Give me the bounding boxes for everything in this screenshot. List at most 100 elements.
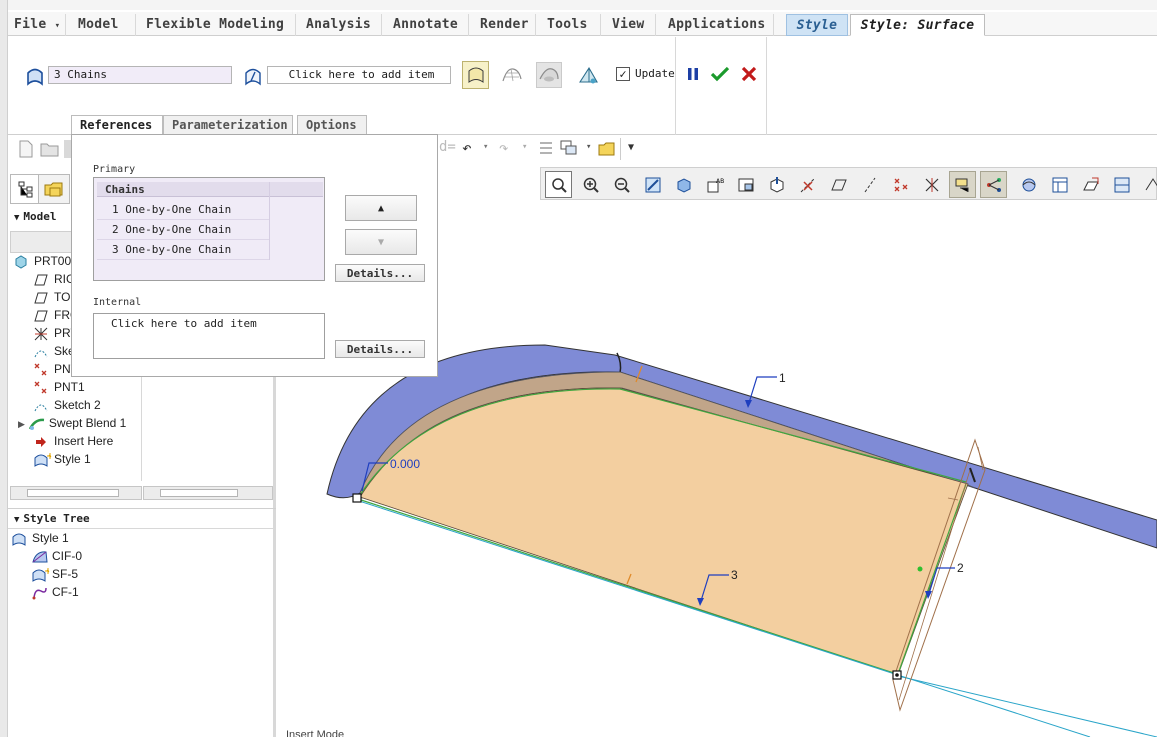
section-view-icon[interactable] xyxy=(1108,171,1135,198)
style-tree-item-cif-0[interactable]: CIF-0 xyxy=(32,547,82,565)
internal-curves-icon[interactable] xyxy=(240,63,266,89)
appearance-gallery-icon[interactable] xyxy=(1015,171,1042,198)
view-manager-icon[interactable] xyxy=(732,171,759,198)
arrow-up-icon: ▲ xyxy=(377,202,385,214)
chevron-down-icon[interactable]: ▾ xyxy=(586,142,591,152)
chains-header: Chains xyxy=(97,182,323,197)
scroll-thumb[interactable] xyxy=(160,489,238,497)
toolbar-overflow-icon[interactable]: ▼ xyxy=(628,142,634,153)
internal-details-button[interactable]: Details... xyxy=(335,340,425,358)
spin-center-icon[interactable] xyxy=(980,171,1007,198)
model-tree-scrollbar-right[interactable] xyxy=(143,486,273,500)
windows-icon[interactable] xyxy=(560,139,578,157)
move-down-button[interactable]: ▼ xyxy=(345,229,417,255)
chain-row[interactable]: 2 One-by-One Chain xyxy=(97,220,269,240)
new-file-icon[interactable] xyxy=(18,140,34,158)
style-surface[interactable] xyxy=(359,387,969,676)
tree-item-datum-top[interactable]: TOI xyxy=(34,288,74,306)
undo-icon[interactable]: ↶ xyxy=(462,138,472,157)
datum-axis-icon[interactable] xyxy=(856,171,883,198)
tree-item-insert-here[interactable]: Insert Here xyxy=(34,432,113,450)
internal-collector-field[interactable]: Click here to add item xyxy=(267,66,451,84)
datum-axis-display-icon[interactable] xyxy=(794,171,821,198)
dimension-value[interactable]: 0.000 xyxy=(390,457,420,471)
internal-placeholder: Click here to add item xyxy=(111,317,257,330)
perspective-view-icon[interactable] xyxy=(763,171,790,198)
annotation-display-icon[interactable] xyxy=(949,171,976,198)
tree-item-point-1[interactable]: PNT1 xyxy=(34,378,85,396)
menu-model[interactable]: Model xyxy=(74,14,136,36)
loft-surface-icon[interactable] xyxy=(499,62,525,88)
menu-flexible-modeling[interactable]: Flexible Modeling xyxy=(142,14,296,36)
style-tree-item-sf-5[interactable]: SF-5 xyxy=(32,565,78,583)
menu-analysis[interactable]: Analysis xyxy=(302,14,382,36)
tree-item-style-1[interactable]: Style 1 xyxy=(34,450,91,468)
redo-icon[interactable]: ↷ xyxy=(499,138,509,157)
menu-render[interactable]: Render xyxy=(476,14,536,36)
primary-curves-icon[interactable] xyxy=(22,63,48,89)
internal-list[interactable]: Click here to add item xyxy=(93,313,325,359)
tree-item-datum-right[interactable]: RIG xyxy=(34,270,75,288)
csys-display-icon[interactable] xyxy=(918,171,945,198)
menu-view[interactable]: View xyxy=(608,14,656,36)
tree-item-swept-blend[interactable]: ▶ Swept Blend 1 xyxy=(18,414,126,432)
update-checkbox[interactable]: ✓ xyxy=(616,67,630,81)
divider xyxy=(675,37,676,135)
start-point-handle[interactable] xyxy=(352,493,362,503)
datum-plane-display-icon[interactable] xyxy=(825,171,852,198)
tab-references[interactable]: References xyxy=(71,115,163,136)
tree-item-sketch[interactable]: Ske xyxy=(34,342,75,360)
chains-list[interactable]: Chains 1 One-by-One Chain 2 One-by-One C… xyxy=(93,177,325,281)
model-tree-scrollbar-left[interactable] xyxy=(10,486,142,500)
primary-collector-field[interactable]: 3 Chains xyxy=(48,66,232,84)
tree-item-sketch-2[interactable]: Sketch 2 xyxy=(34,396,101,414)
folder-browser-tab-icon[interactable] xyxy=(38,174,70,204)
radial-surface-icon[interactable] xyxy=(575,62,601,88)
pause-icon[interactable] xyxy=(680,61,706,87)
style-tree-item-cf-1[interactable]: CF-1 xyxy=(32,583,79,601)
display-style-icon[interactable] xyxy=(670,171,697,198)
chain-label-2[interactable]: 2 xyxy=(957,561,964,575)
datum-point-display-icon[interactable] xyxy=(887,171,914,198)
folder-icon[interactable] xyxy=(598,139,616,157)
menu-style-surface[interactable]: Style: Surface xyxy=(850,14,985,36)
boundary-surface-icon[interactable] xyxy=(462,61,489,89)
scroll-thumb[interactable] xyxy=(27,489,119,497)
chain-row[interactable]: 3 One-by-One Chain xyxy=(97,240,269,260)
menu-style[interactable]: Style xyxy=(786,14,848,36)
style-tree-section-header[interactable]: ▼ Style Tree xyxy=(8,508,276,528)
saved-orientations-icon[interactable]: AB xyxy=(701,171,728,198)
tab-parameterization[interactable]: Parameterization xyxy=(163,115,293,135)
chain-label-1[interactable]: 1 xyxy=(779,371,786,385)
menu-applications[interactable]: Applications xyxy=(664,14,774,36)
chain-label-3[interactable]: 3 xyxy=(731,568,738,582)
blended-surface-icon[interactable] xyxy=(536,62,562,88)
menu-annotate[interactable]: Annotate xyxy=(389,14,469,36)
repaint-icon[interactable] xyxy=(639,171,666,198)
tree-item-label: PRT00 xyxy=(34,254,72,268)
tree-item-part[interactable]: PRT00 xyxy=(14,252,71,270)
sketch-view-icon[interactable] xyxy=(1077,171,1104,198)
menu-file[interactable]: File ▾ xyxy=(10,14,66,36)
cancel-icon[interactable] xyxy=(736,61,762,87)
style-tree-item-style-1[interactable]: Style 1 xyxy=(12,529,69,547)
primary-details-button[interactable]: Details... xyxy=(335,264,425,282)
green-handle[interactable] xyxy=(917,566,923,572)
chain-row[interactable]: 1 One-by-One Chain xyxy=(97,200,269,220)
model-display-icon[interactable] xyxy=(1139,171,1157,198)
move-up-button[interactable]: ▲ xyxy=(345,195,417,221)
refit-icon[interactable] xyxy=(545,171,572,198)
chevron-down-icon[interactable]: ▾ xyxy=(483,142,488,152)
open-folder-icon[interactable] xyxy=(40,140,60,158)
zoom-in-icon[interactable] xyxy=(577,171,604,198)
regenerate-icon[interactable]: d= xyxy=(439,139,456,155)
expand-icon[interactable]: ▶ xyxy=(18,419,25,429)
zoom-out-icon[interactable] xyxy=(608,171,635,198)
regenerate-manager-icon[interactable] xyxy=(538,140,554,156)
tab-options[interactable]: Options xyxy=(297,115,367,135)
chevron-down-icon[interactable]: ▾ xyxy=(522,142,527,152)
layer-tree-icon[interactable] xyxy=(1046,171,1073,198)
accept-icon[interactable] xyxy=(707,61,733,87)
title-strip xyxy=(0,0,1157,10)
menu-tools[interactable]: Tools xyxy=(543,14,601,36)
